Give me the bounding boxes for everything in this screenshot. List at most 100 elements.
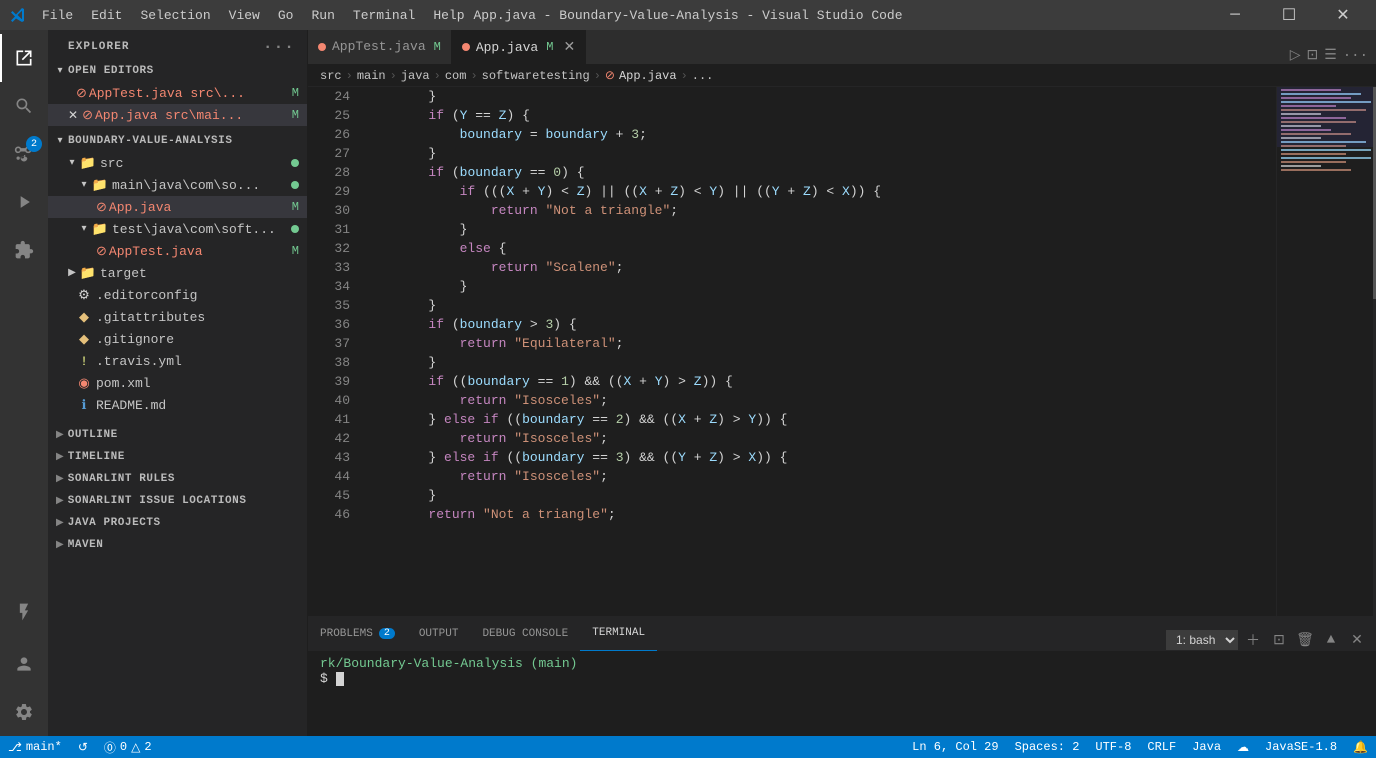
status-spaces[interactable]: Spaces: 2 (1007, 736, 1088, 758)
status-position[interactable]: Ln 6, Col 29 (904, 736, 1006, 758)
info-icon: ℹ (76, 397, 92, 413)
file-tree: ▾ OPEN EDITORS ⊘ AppTest.java src\... M … (48, 60, 307, 736)
toggle-panel-button[interactable]: ☰ (1324, 47, 1337, 64)
run-button[interactable]: ▷ (1290, 47, 1301, 64)
tree-apptest-java[interactable]: ⊘ AppTest.java M (48, 240, 307, 262)
tab-close-button[interactable]: ✕ (563, 39, 575, 56)
tree-test[interactable]: ▾ 📁 test\java\com\soft... (48, 218, 307, 240)
code-content[interactable]: } if (Y == Z) { boundary = boundary + 3;… (358, 87, 1276, 616)
activity-run[interactable] (0, 178, 48, 226)
panel-tab-debug-label: DEBUG CONSOLE (482, 628, 568, 640)
panel-tab-terminal[interactable]: TERMINAL (580, 616, 657, 651)
menu-terminal[interactable]: Terminal (345, 6, 423, 25)
tab-apptest[interactable]: AppTest.java M (308, 30, 452, 64)
menu-run[interactable]: Run (303, 6, 342, 25)
kill-terminal-button[interactable]: 🗑 (1294, 629, 1316, 651)
project-section[interactable]: ▾ BOUNDARY-VALUE-ANALYSIS (48, 130, 307, 152)
breadcrumb-src[interactable]: src (320, 69, 342, 83)
status-language[interactable]: Java (1184, 736, 1229, 758)
open-editors-section[interactable]: ▾ OPEN EDITORS (48, 60, 307, 82)
menu-help[interactable]: Help (425, 6, 472, 25)
tree-app-java[interactable]: ⊘ App.java M (48, 196, 307, 218)
split-editor-button[interactable]: ⊡ (1306, 47, 1318, 64)
breadcrumb-dots[interactable]: ... (692, 69, 714, 83)
sidebar-java-projects[interactable]: ▶ JAVA PROJECTS (48, 512, 307, 534)
activity-explorer[interactable] (0, 34, 48, 82)
open-file-apptest[interactable]: ⊘ AppTest.java src\... M (48, 82, 307, 104)
spaces-label: Spaces: 2 (1015, 740, 1080, 754)
line-num-32: 32 (308, 239, 350, 258)
terminal-shell-selector[interactable]: 1: bash (1166, 630, 1238, 650)
tree-pom[interactable]: ◉ pom.xml (48, 372, 307, 394)
menu-selection[interactable]: Selection (132, 6, 218, 25)
code-editor[interactable]: 24 25 26 27 28 29 30 31 32 33 34 35 36 3… (308, 87, 1376, 616)
terminal-content[interactable]: rk/Boundary-Value-Analysis (main) $ (308, 652, 1376, 736)
maximize-panel-button[interactable]: ▲ (1320, 629, 1342, 651)
status-encoding[interactable]: UTF-8 (1087, 736, 1139, 758)
code-line-40: return "Isosceles"; (366, 391, 1276, 410)
activity-settings[interactable] (0, 688, 48, 736)
activity-test[interactable] (0, 588, 48, 636)
panel-tab-problems[interactable]: PROBLEMS 2 (308, 616, 407, 651)
panel-tab-debug[interactable]: DEBUG CONSOLE (470, 616, 580, 651)
menu-file[interactable]: File (34, 6, 81, 25)
add-terminal-button[interactable]: ＋ (1242, 629, 1264, 651)
code-line-38: } (366, 353, 1276, 372)
tree-gitattributes[interactable]: ◆ .gitattributes (48, 306, 307, 328)
activity-search[interactable] (0, 82, 48, 130)
close-button[interactable]: ✕ (1320, 0, 1366, 30)
menu-view[interactable]: View (221, 6, 268, 25)
sidebar-timeline[interactable]: ▶ TIMELINE (48, 446, 307, 468)
tree-travis[interactable]: ! .travis.yml (48, 350, 307, 372)
more-actions-button[interactable]: ··· (1343, 48, 1368, 64)
timeline-label: TIMELINE (68, 451, 125, 463)
terminal-path: rk/Boundary-Value-Analysis (320, 656, 523, 671)
tree-main[interactable]: ▾ 📁 main\java\com\so... (48, 174, 307, 196)
sidebar-sonarlint-rules[interactable]: ▶ SONARLINT RULES (48, 468, 307, 490)
close-panel-button[interactable]: ✕ (1346, 629, 1368, 651)
sidebar-outline[interactable]: ▶ OUTLINE (48, 424, 307, 446)
tab-app[interactable]: App.java M ✕ (452, 30, 586, 64)
tree-editorconfig[interactable]: ⚙ .editorconfig (48, 284, 307, 306)
code-line-24: } (366, 87, 1276, 106)
status-errors[interactable]: ⓪ 0 △ 2 (96, 736, 160, 758)
status-git-branch[interactable]: ⎇ main* (0, 736, 70, 758)
line-num-46: 46 (308, 505, 350, 524)
breadcrumb-file[interactable]: App.java (619, 69, 677, 83)
language-label: Java (1192, 740, 1221, 754)
sidebar-more-button[interactable]: ··· (263, 38, 295, 56)
menu-go[interactable]: Go (270, 6, 302, 25)
sidebar-maven[interactable]: ▶ MAVEN (48, 534, 307, 556)
status-cloud[interactable]: ☁ (1229, 736, 1257, 758)
panel-tab-output[interactable]: OUTPUT (407, 616, 471, 651)
modified-badge: M (292, 108, 299, 122)
tree-target[interactable]: ▶ 📁 target (48, 262, 307, 284)
status-sync[interactable]: ↺ (70, 736, 96, 758)
activity-extensions[interactable] (0, 226, 48, 274)
breadcrumb-com[interactable]: com (445, 69, 467, 83)
error-icon: ⊘ (82, 108, 93, 123)
breadcrumb-main[interactable]: main (357, 69, 386, 83)
activity-source-control[interactable]: 2 (0, 130, 48, 178)
maximize-button[interactable]: ☐ (1266, 0, 1312, 30)
breadcrumb-softwaretesting[interactable]: softwaretesting (482, 69, 590, 83)
split-terminal-button[interactable]: ⊡ (1268, 629, 1290, 651)
menu-edit[interactable]: Edit (83, 6, 130, 25)
minimize-button[interactable]: ─ (1212, 0, 1258, 30)
status-eol[interactable]: CRLF (1139, 736, 1184, 758)
sidebar-sonarlint-issues[interactable]: ▶ SONARLINT ISSUE LOCATIONS (48, 490, 307, 512)
activity-accounts[interactable] (0, 640, 48, 688)
open-file-app[interactable]: ✕ ⊘ App.java src\mai... M (48, 104, 307, 126)
status-notifications[interactable]: 🔔 (1345, 736, 1376, 758)
sync-icon: ↺ (78, 740, 88, 755)
tree-gitignore[interactable]: ◆ .gitignore (48, 328, 307, 350)
sidebar-header-label: EXPLORER (68, 41, 130, 53)
tree-src[interactable]: ▾ 📁 src (48, 152, 307, 174)
status-java-sdk[interactable]: JavaSE-1.8 (1257, 736, 1345, 758)
breadcrumb-java[interactable]: java (401, 69, 430, 83)
close-icon[interactable]: ✕ (68, 108, 78, 123)
tree-readme[interactable]: ℹ README.md (48, 394, 307, 416)
titlebar-title: App.java - Boundary-Value-Analysis - Vis… (473, 8, 902, 23)
terminal-prompt: $ (320, 671, 336, 686)
outline-label: OUTLINE (68, 429, 118, 441)
